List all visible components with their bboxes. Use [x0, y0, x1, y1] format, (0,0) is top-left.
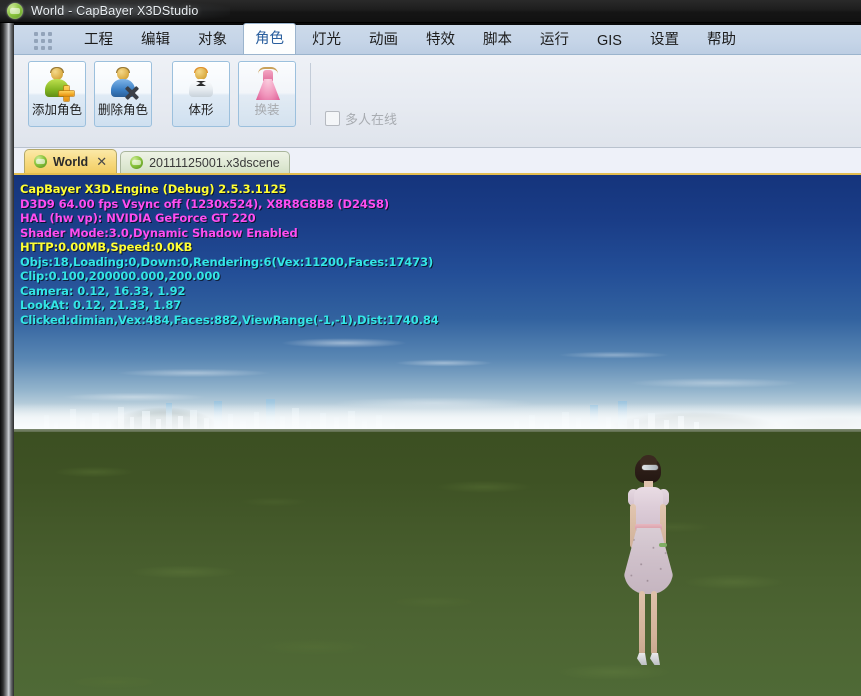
- debug-line-objs: Objs:18,Loading:0,Down:0,Rendering:6(Vex…: [20, 254, 434, 269]
- debug-line-http: HTTP:0.00MB,Speed:0.0KB: [20, 240, 193, 254]
- close-icon[interactable]: ✕: [96, 155, 107, 168]
- tab-world[interactable]: World ✕: [24, 149, 118, 173]
- debug-line-hal: HAL (hw vp): NVIDIA GeForce GT 220: [20, 211, 256, 225]
- menu-item-gis[interactable]: GIS: [585, 29, 634, 54]
- body-shape-button[interactable]: 体形: [172, 61, 230, 127]
- document-tab-bar: World ✕ 20111125001.x3dscene: [14, 147, 861, 173]
- menu-item-animation[interactable]: 动画: [357, 24, 410, 54]
- checkbox-box[interactable]: [325, 111, 340, 126]
- character-avatar[interactable]: [613, 455, 683, 675]
- grid-dots-icon[interactable]: [32, 32, 54, 50]
- app-icon: [7, 3, 23, 19]
- window-frame-left: [0, 23, 14, 696]
- menu-item-light[interactable]: 灯光: [300, 24, 353, 54]
- ribbon: 工程 编辑 对象 角色 灯光 动画 特效 脚本 运行 GIS 设置 帮助 添加角…: [14, 23, 861, 147]
- menu-item-edit[interactable]: 编辑: [129, 24, 182, 54]
- debug-line-d3d: D3D9 64.00 fps Vsync off (1230x524), X8R…: [20, 196, 390, 211]
- menu-item-character[interactable]: 角色: [243, 23, 296, 55]
- menu-bar: 工程 编辑 对象 角色 灯光 动画 特效 脚本 运行 GIS 设置 帮助: [14, 23, 861, 55]
- scene-icon: [34, 155, 47, 168]
- menu-item-script[interactable]: 脚本: [471, 24, 524, 54]
- menu-item-object[interactable]: 对象: [186, 24, 239, 54]
- change-clothes-label: 换装: [254, 103, 280, 117]
- 3d-viewport[interactable]: CapBayer X3D.Engine (Debug) 2.5.3.1125 D…: [14, 173, 861, 696]
- ribbon-separator: [310, 63, 311, 125]
- change-clothes-button[interactable]: 换装: [238, 61, 296, 127]
- title-bar: World - CapBayer X3DStudio: [0, 0, 861, 23]
- app-window: World - CapBayer X3DStudio 工程 编辑 对象 角色 灯…: [0, 0, 861, 696]
- ribbon-body: 添加角色 删除角色 体形 换装 多人在线: [14, 54, 861, 147]
- window-title: World - CapBayer X3DStudio: [31, 4, 199, 18]
- debug-line-camera: Camera: 0.12, 16.33, 1.92: [20, 283, 186, 298]
- debug-line-clip: Clip:0.100,200000.000,200.000: [20, 269, 221, 283]
- menu-item-project[interactable]: 工程: [72, 24, 125, 54]
- menu-item-help[interactable]: 帮助: [695, 24, 748, 54]
- debug-line-shader: Shader Mode:3.0,Dynamic Shadow Enabled: [20, 225, 298, 240]
- hair-clip: [642, 465, 658, 470]
- person-delete-icon: [106, 66, 140, 102]
- debug-line-clicked: Clicked:dimian,Vex:484,Faces:882,ViewRan…: [20, 312, 439, 327]
- add-character-label: 添加角色: [31, 103, 82, 117]
- debug-line-engine: CapBayer X3D.Engine (Debug) 2.5.3.1125: [20, 182, 287, 196]
- tab-x3dscene[interactable]: 20111125001.x3dscene: [120, 151, 290, 173]
- menu-item-settings[interactable]: 设置: [638, 24, 691, 54]
- multiplayer-online-checkbox[interactable]: 多人在线: [325, 109, 397, 128]
- delete-character-button[interactable]: 删除角色: [94, 61, 152, 127]
- debug-line-lookat: LookAt: 0.12, 21.33, 1.87: [20, 298, 182, 312]
- tab-x3dscene-label: 20111125001.x3dscene: [149, 155, 280, 170]
- body-shape-label: 体形: [188, 103, 214, 117]
- add-character-button[interactable]: 添加角色: [28, 61, 86, 127]
- menu-item-run[interactable]: 运行: [528, 24, 581, 54]
- debug-overlay: CapBayer X3D.Engine (Debug) 2.5.3.1125 D…: [20, 182, 439, 327]
- multiplayer-online-label: 多人在线: [345, 112, 398, 127]
- scene-icon: [130, 156, 144, 169]
- dress-icon: [250, 66, 284, 102]
- person-add-icon: [40, 66, 74, 102]
- person-body-icon: [184, 66, 218, 102]
- menu-item-effects[interactable]: 特效: [414, 24, 467, 54]
- grass-texture: [14, 432, 861, 696]
- tab-world-label: World: [53, 154, 89, 169]
- delete-character-label: 删除角色: [97, 103, 148, 117]
